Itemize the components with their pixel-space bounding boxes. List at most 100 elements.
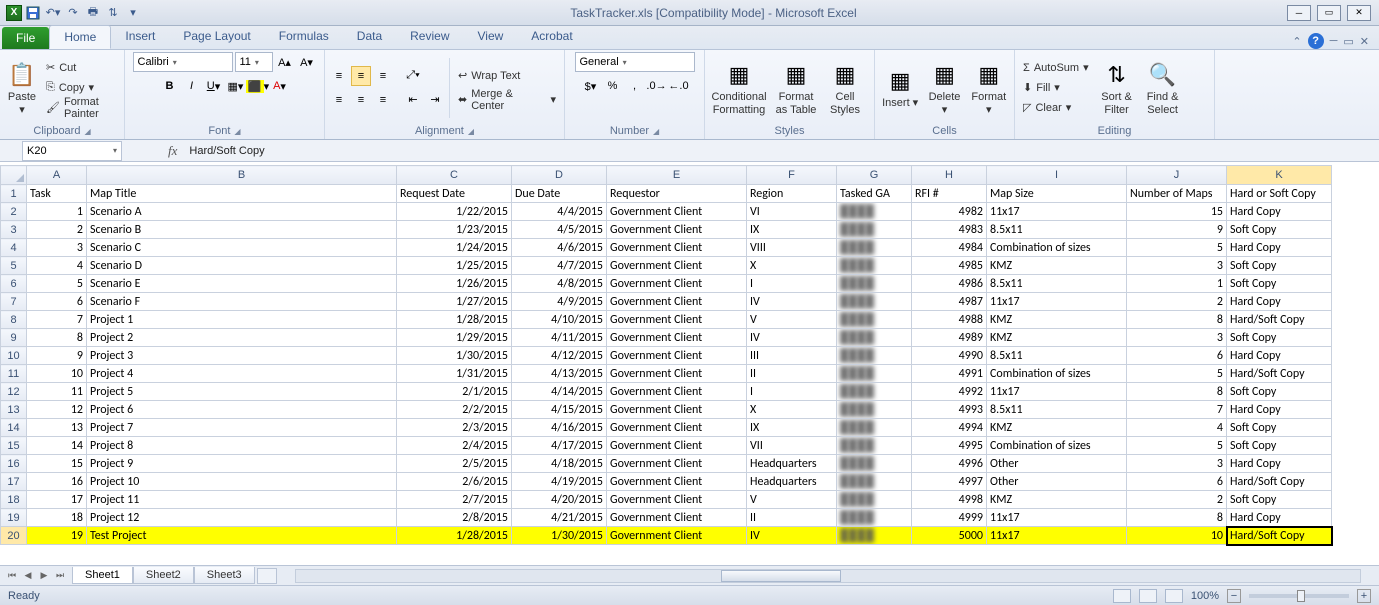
cell[interactable]: Combination of sizes xyxy=(987,239,1127,257)
cell[interactable]: 1 xyxy=(27,203,87,221)
cell[interactable]: 3 xyxy=(1127,257,1227,275)
row-header[interactable]: 11 xyxy=(1,365,27,383)
cell[interactable]: Soft Copy xyxy=(1227,329,1332,347)
zoom-out-button[interactable]: − xyxy=(1227,589,1241,603)
font-launcher-icon[interactable]: ◢ xyxy=(234,127,240,136)
page-layout-view-button[interactable] xyxy=(1139,589,1157,603)
qat-undo-icon[interactable]: ↶▾ xyxy=(44,4,62,22)
cell[interactable]: 1/24/2015 xyxy=(397,239,512,257)
cell[interactable]: Number of Maps xyxy=(1127,185,1227,203)
col-header-G[interactable]: G xyxy=(837,166,912,185)
cell[interactable]: 4996 xyxy=(912,455,987,473)
cell[interactable]: 4986 xyxy=(912,275,987,293)
cell[interactable]: 4982 xyxy=(912,203,987,221)
normal-view-button[interactable] xyxy=(1113,589,1131,603)
name-box[interactable]: K20▾ xyxy=(22,141,122,161)
zoom-in-button[interactable]: + xyxy=(1357,589,1371,603)
cell[interactable]: Project 1 xyxy=(87,311,397,329)
cell[interactable]: 4984 xyxy=(912,239,987,257)
cell[interactable]: ████ xyxy=(837,527,912,545)
cell[interactable]: 1/28/2015 xyxy=(397,527,512,545)
cell[interactable]: Project 11 xyxy=(87,491,397,509)
cell[interactable]: ████ xyxy=(837,275,912,293)
cell[interactable]: Hard/Soft Copy xyxy=(1227,311,1332,329)
format-as-table-button[interactable]: ▦Format as Table xyxy=(771,57,821,117)
cell[interactable]: Hard Copy xyxy=(1227,293,1332,311)
cell[interactable]: 6 xyxy=(1127,473,1227,491)
cell[interactable]: Map Title xyxy=(87,185,397,203)
cell[interactable]: Hard/Soft Copy xyxy=(1227,473,1332,491)
workbook-restore-icon[interactable]: ▭ xyxy=(1343,35,1353,48)
cell[interactable]: 9 xyxy=(27,347,87,365)
cell[interactable]: 11x17 xyxy=(987,509,1127,527)
fill-color-button[interactable]: ⬛▾ xyxy=(248,76,268,96)
cell[interactable]: 2/4/2015 xyxy=(397,437,512,455)
cell[interactable]: Region xyxy=(747,185,837,203)
find-select-button[interactable]: 🔍Find & Select xyxy=(1141,57,1185,117)
cell[interactable]: KMZ xyxy=(987,257,1127,275)
cell[interactable]: 4 xyxy=(1127,419,1227,437)
sheet-nav-last-icon[interactable]: ⏭ xyxy=(52,570,68,581)
cell[interactable]: Soft Copy xyxy=(1227,491,1332,509)
orientation-icon[interactable]: ⤢▾ xyxy=(403,66,423,86)
cell[interactable]: Project 4 xyxy=(87,365,397,383)
cell[interactable]: Task xyxy=(27,185,87,203)
cell[interactable]: 4991 xyxy=(912,365,987,383)
cell[interactable]: VII xyxy=(747,437,837,455)
cell[interactable]: KMZ xyxy=(987,491,1127,509)
cell[interactable]: Government Client xyxy=(607,239,747,257)
col-header-B[interactable]: B xyxy=(87,166,397,185)
cell[interactable]: 4995 xyxy=(912,437,987,455)
cell[interactable]: Government Client xyxy=(607,293,747,311)
spreadsheet-grid[interactable]: ABCDEFGHIJK1TaskMap TitleRequest DateDue… xyxy=(0,165,1379,565)
cell[interactable]: Project 12 xyxy=(87,509,397,527)
cell[interactable]: 15 xyxy=(1127,203,1227,221)
sheet-nav-first-icon[interactable]: ⏮ xyxy=(4,570,20,581)
zoom-slider[interactable] xyxy=(1249,594,1349,598)
ribbon-tab-review[interactable]: Review xyxy=(396,25,463,49)
cell[interactable]: 4988 xyxy=(912,311,987,329)
col-header-D[interactable]: D xyxy=(512,166,607,185)
cell[interactable]: 5 xyxy=(1127,239,1227,257)
cell[interactable]: Project 9 xyxy=(87,455,397,473)
cell[interactable]: 1/30/2015 xyxy=(512,527,607,545)
cell[interactable]: ████ xyxy=(837,383,912,401)
cell[interactable]: 5000 xyxy=(912,527,987,545)
cell[interactable]: IX xyxy=(747,419,837,437)
border-button[interactable]: ▦▾ xyxy=(226,76,246,96)
cell[interactable]: 8.5x11 xyxy=(987,347,1127,365)
row-header[interactable]: 17 xyxy=(1,473,27,491)
cell[interactable]: Government Client xyxy=(607,455,747,473)
cell[interactable]: 11x17 xyxy=(987,383,1127,401)
cell[interactable]: Test Project xyxy=(87,527,397,545)
cell[interactable]: Government Client xyxy=(607,383,747,401)
clear-button[interactable]: ◸Clear ▾ xyxy=(1019,98,1093,118)
cell[interactable]: Project 6 xyxy=(87,401,397,419)
qat-save-icon[interactable] xyxy=(24,4,42,22)
cell[interactable]: 19 xyxy=(27,527,87,545)
cell[interactable]: Requestor xyxy=(607,185,747,203)
cell[interactable]: Government Client xyxy=(607,329,747,347)
cell[interactable]: ████ xyxy=(837,329,912,347)
cell[interactable]: Government Client xyxy=(607,365,747,383)
cell[interactable]: Other xyxy=(987,455,1127,473)
delete-cells-button[interactable]: ▦Delete ▾ xyxy=(923,57,965,117)
cell[interactable]: ████ xyxy=(837,239,912,257)
cell[interactable]: Hard Copy xyxy=(1227,239,1332,257)
cell[interactable]: 4/11/2015 xyxy=(512,329,607,347)
cell[interactable]: Hard/Soft Copy xyxy=(1227,527,1332,545)
merge-center-button[interactable]: ⬌Merge & Center ▾ xyxy=(454,90,560,110)
cell[interactable]: Hard Copy xyxy=(1227,509,1332,527)
cell[interactable]: Project 3 xyxy=(87,347,397,365)
col-header-A[interactable]: A xyxy=(27,166,87,185)
number-format-combo[interactable]: General▾ xyxy=(575,52,695,72)
accounting-format-icon[interactable]: $▾ xyxy=(581,76,601,96)
align-right-icon[interactable]: ≡ xyxy=(373,90,393,110)
cell[interactable]: 11x17 xyxy=(987,203,1127,221)
cell[interactable]: Hard/Soft Copy xyxy=(1227,365,1332,383)
italic-button[interactable]: I xyxy=(182,76,202,96)
workbook-minimize-icon[interactable]: ─ xyxy=(1330,35,1338,47)
row-header[interactable]: 1 xyxy=(1,185,27,203)
cell[interactable]: Soft Copy xyxy=(1227,437,1332,455)
cell[interactable]: 4/20/2015 xyxy=(512,491,607,509)
